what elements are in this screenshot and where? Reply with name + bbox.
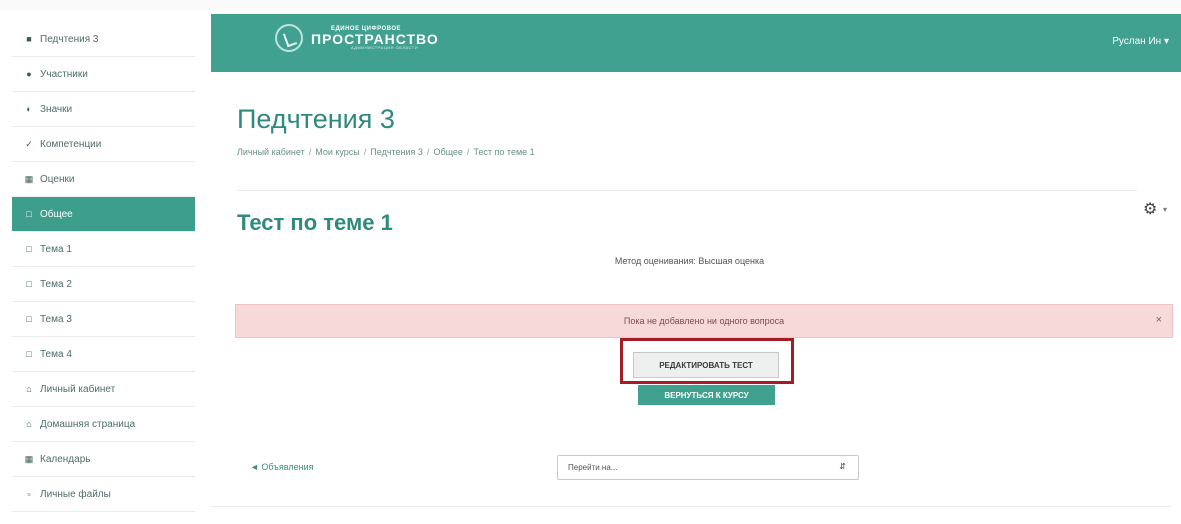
logo-tiny-text: АДМИНИСТРАЦИЯ ОБЛАСТИ (351, 45, 419, 50)
sidebar-item-label: Общее (40, 208, 73, 220)
folder-icon: □ (26, 244, 32, 254)
sidebar-item-label: Оценки (40, 173, 75, 185)
logo-text: ЕДИНОЕ ЦИФРОВОЕ ПРОСТРАНСТВО АДМИНИСТРАЦ… (311, 26, 439, 50)
sidebar-item-label: Тема 3 (40, 313, 72, 325)
jump-to-select[interactable]: Перейти на... ⇵ (557, 455, 859, 480)
badge-icon: ◐ (26, 104, 32, 114)
sidebar-item-label: Домашняя страница (40, 418, 136, 430)
breadcrumb-item[interactable]: Тест по теме 1 (473, 147, 534, 157)
logo-icon (275, 24, 303, 52)
close-icon[interactable]: × (1156, 314, 1162, 326)
sidebar-item-badges[interactable]: ◐ Значки (12, 92, 195, 127)
users-icon: ● (26, 69, 32, 79)
sidebar-item-label: Календарь (40, 453, 91, 465)
home-icon: ⌂ (26, 419, 32, 429)
back-to-course-button[interactable]: ВЕРНУТЬСЯ К КУРСУ (638, 385, 775, 405)
sidebar-item-label: Педчтения 3 (40, 33, 99, 45)
breadcrumb-separator: / (308, 147, 312, 157)
breadcrumb-separator: / (466, 147, 470, 157)
sidebar-item-label: Компетенции (40, 138, 102, 150)
top-navbar: ЕДИНОЕ ЦИФРОВОЕ ПРОСТРАНСТВО АДМИНИСТРАЦ… (211, 14, 1181, 72)
site-logo[interactable]: ЕДИНОЕ ЦИФРОВОЕ ПРОСТРАНСТВО АДМИНИСТРАЦ… (275, 24, 439, 52)
top-strip (0, 0, 1181, 10)
sidebar-item-participants[interactable]: ● Участники (12, 57, 195, 92)
folder-icon: □ (26, 279, 32, 289)
caret-down-icon[interactable]: ▾ (1163, 205, 1167, 214)
sidebar-item-topic-1[interactable]: □ Тема 1 (12, 232, 195, 267)
graduation-cap-icon: ■ (26, 34, 32, 44)
quiz-title: Тест по теме 1 (237, 210, 393, 235)
sidebar-item-label: Тема 1 (40, 243, 72, 255)
file-icon: ▫ (27, 489, 31, 499)
breadcrumb-separator: / (426, 147, 430, 157)
home-icon: ⌂ (26, 384, 32, 394)
sidebar-item-label: Значки (40, 103, 73, 115)
sidebar: ■ Педчтения 3 ● Участники ◐ Значки ✓ Ком… (12, 22, 195, 524)
breadcrumb-item[interactable]: Мои курсы (315, 147, 360, 157)
sidebar-item-label: Тема 2 (40, 278, 72, 290)
breadcrumb-item[interactable]: Педчтения 3 (370, 147, 423, 157)
breadcrumb-separator: / (363, 147, 367, 157)
sidebar-item-general[interactable]: □ Общее (12, 197, 195, 232)
gear-icon[interactable]: ⚙ (1143, 199, 1157, 219)
sidebar-item-grades[interactable]: ▦ Оценки (12, 162, 195, 197)
check-icon: ✓ (25, 138, 33, 149)
prev-activity-link[interactable]: ◄ Объявления (250, 462, 313, 472)
sidebar-item-topic-3[interactable]: □ Тема 3 (12, 302, 195, 337)
breadcrumb-item[interactable]: Личный кабинет (237, 147, 305, 157)
sidebar-item-label: Личные файлы (40, 488, 111, 500)
edit-quiz-button[interactable]: РЕДАКТИРОВАТЬ ТЕСТ (633, 352, 779, 378)
sidebar-item-course[interactable]: ■ Педчтения 3 (12, 22, 195, 57)
divider (237, 190, 1137, 191)
sidebar-item-calendar[interactable]: ▦ Календарь (12, 442, 195, 477)
alert-text: Пока не добавлено ни одного вопроса (623, 316, 785, 326)
page-title: Педчтения 3 (237, 104, 395, 134)
sidebar-item-topic-4[interactable]: □ Тема 4 (12, 337, 195, 372)
folder-icon: □ (26, 209, 32, 219)
sidebar-item-home[interactable]: ⌂ Домашняя страница (12, 407, 195, 442)
caret-down-icon: ▾ (1163, 36, 1169, 47)
grading-method: Метод оценивания: Высшая оценка (614, 256, 765, 266)
breadcrumb-item[interactable]: Общее (433, 147, 462, 157)
user-menu[interactable]: Руслан Ин ▾ (1112, 36, 1169, 47)
sidebar-item-label: Тема 4 (40, 348, 72, 360)
no-questions-alert: Пока не добавлено ни одного вопроса × (235, 304, 1173, 338)
breadcrumb: Личный кабинет / Мои курсы / Педчтения 3… (237, 147, 535, 157)
sidebar-item-label: Личный кабинет (40, 383, 116, 395)
grades-icon: ▦ (24, 173, 34, 184)
footer-divider (211, 506, 1171, 507)
folder-icon: □ (26, 314, 32, 324)
calendar-icon: ▦ (24, 453, 34, 464)
sidebar-item-topic-2[interactable]: □ Тема 2 (12, 267, 195, 302)
sidebar-item-label: Участники (40, 68, 88, 80)
sidebar-item-private-files[interactable]: ▫ Личные файлы (12, 477, 195, 512)
select-arrows-icon: ⇵ (839, 462, 846, 471)
user-name: Руслан Ин (1112, 36, 1162, 47)
logo-big-text: ПРОСТРАНСТВО (311, 31, 439, 47)
folder-icon: □ (26, 349, 32, 359)
sidebar-item-competencies[interactable]: ✓ Компетенции (12, 127, 195, 162)
select-value: Перейти на... (568, 463, 618, 472)
sidebar-item-dashboard[interactable]: ⌂ Личный кабинет (12, 372, 195, 407)
